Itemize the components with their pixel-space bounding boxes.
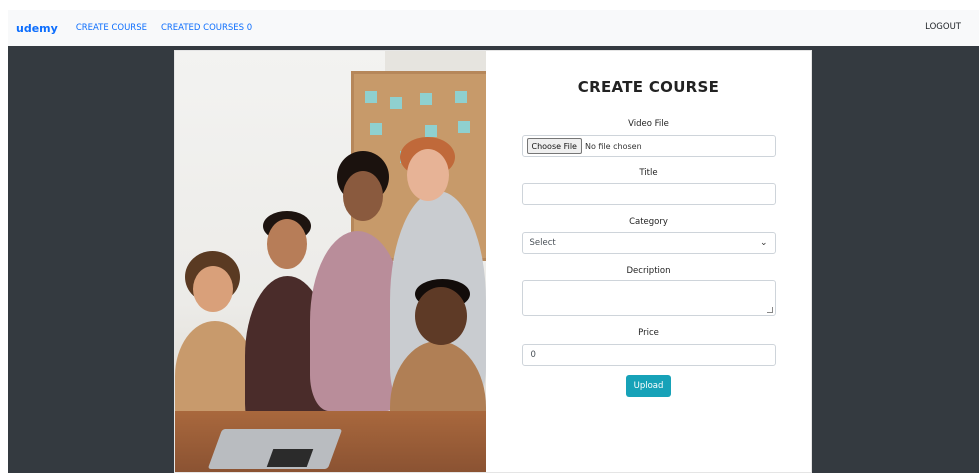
chevron-down-icon: ⌄ xyxy=(759,238,768,248)
page-title: CREATE COURSE xyxy=(577,78,720,96)
nav-links: CREATE COURSE CREATED COURSES 0 xyxy=(76,23,252,33)
title-label: Title xyxy=(639,168,658,178)
main-area: CREATE COURSE Video File Choose File No … xyxy=(8,46,979,473)
category-select[interactable]: Select ⌄ xyxy=(521,232,776,254)
navbar: udemy CREATE COURSE CREATED COURSES 0 LO… xyxy=(8,10,979,46)
person-head xyxy=(343,171,383,221)
video-file-label: Video File xyxy=(628,119,669,129)
sticky-note xyxy=(458,121,470,133)
category-label: Category xyxy=(629,217,668,227)
description-textarea[interactable] xyxy=(521,280,776,316)
person-head xyxy=(193,266,233,312)
team-photo xyxy=(175,51,486,472)
create-course-form: CREATE COURSE Video File Choose File No … xyxy=(486,51,811,472)
choose-file-button[interactable]: Choose File xyxy=(526,138,582,154)
laptop-keyboard xyxy=(266,449,314,467)
category-selected-value: Select xyxy=(529,238,556,248)
person-head xyxy=(407,149,449,201)
brand-logo[interactable]: udemy xyxy=(16,22,58,35)
create-course-card: CREATE COURSE Video File Choose File No … xyxy=(174,50,812,473)
sticky-note xyxy=(420,93,432,105)
sticky-note xyxy=(370,123,382,135)
price-input[interactable]: 0 xyxy=(521,344,776,366)
title-input[interactable] xyxy=(521,183,776,205)
person-head xyxy=(415,287,467,345)
person-head xyxy=(267,219,307,269)
video-file-input[interactable]: Choose File No file chosen xyxy=(521,135,776,157)
nav-link-created-courses[interactable]: CREATED COURSES 0 xyxy=(161,23,252,33)
nav-link-create-course[interactable]: CREATE COURSE xyxy=(76,23,147,33)
upload-button[interactable]: Upload xyxy=(626,375,671,397)
logout-link[interactable]: LOGOUT xyxy=(925,22,961,32)
file-status-text: No file chosen xyxy=(584,141,642,151)
description-label: Decription xyxy=(626,266,671,276)
price-label: Price xyxy=(638,328,659,338)
sticky-note xyxy=(455,91,467,103)
sticky-note xyxy=(365,91,377,103)
sticky-note xyxy=(425,125,437,137)
resize-handle-icon[interactable] xyxy=(766,307,773,313)
sticky-note xyxy=(390,97,402,109)
